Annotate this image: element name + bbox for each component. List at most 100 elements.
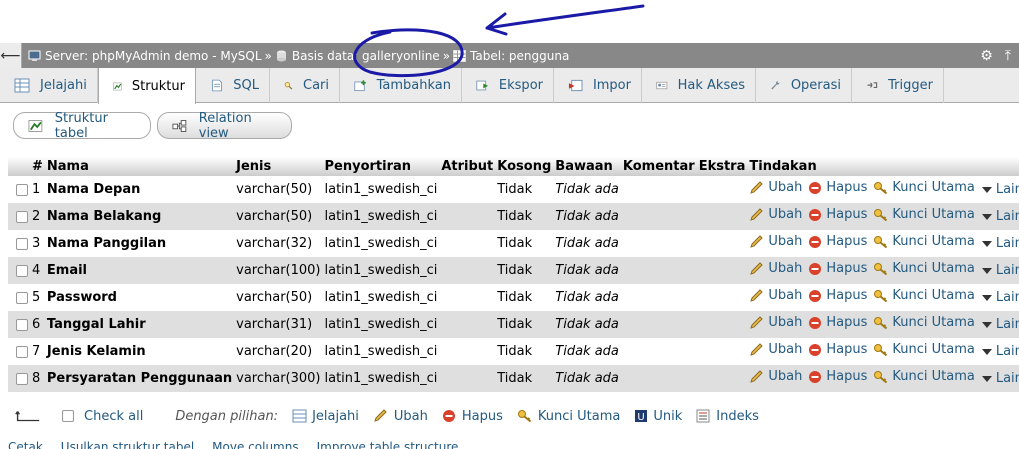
drop-label: Hapus (826, 261, 868, 277)
improve-structure-link[interactable]: Improve table structure (317, 440, 459, 449)
drop-column-link[interactable]: Hapus (808, 342, 867, 357)
header-number[interactable]: # (30, 157, 45, 176)
row-checkbox[interactable] (16, 372, 28, 385)
tab-structure[interactable]: Struktur (98, 68, 196, 104)
more-actions-dropdown[interactable]: Lainnya (981, 263, 1019, 278)
edit-column-link[interactable]: Ubah (749, 288, 802, 303)
drop-column-link[interactable]: Hapus (808, 234, 867, 249)
edit-column-link[interactable]: Ubah (749, 180, 802, 195)
footer-edit-button[interactable]: Ubah (373, 409, 428, 424)
row-actions: Ubah Hapus Kunci Utama Lainnya (747, 230, 1019, 257)
primary-key-link[interactable]: Kunci Utama (873, 288, 975, 303)
header-attributes[interactable]: Atribut (439, 157, 496, 176)
column-type: varchar(50) (234, 203, 323, 230)
row-checkbox[interactable] (16, 237, 28, 250)
check-all-checkbox[interactable] (62, 410, 74, 422)
primary-key-link[interactable]: Kunci Utama (873, 315, 975, 330)
more-actions-dropdown[interactable]: Lainnya (981, 209, 1019, 224)
tab-search[interactable]: Cari (270, 68, 340, 103)
breadcrumb-database[interactable]: Basis data: galleryonline (275, 49, 440, 63)
breadcrumb-separator: » (264, 48, 272, 63)
edit-column-link[interactable]: Ubah (749, 261, 802, 276)
collapse-navigation-arrow-icon[interactable]: ⟵ (0, 43, 22, 68)
primary-key-link[interactable]: Kunci Utama (873, 369, 975, 384)
edit-column-link[interactable]: Ubah (749, 315, 802, 330)
header-default[interactable]: Bawaan (553, 157, 621, 176)
check-all-label[interactable]: Check all (84, 409, 143, 424)
header-type[interactable]: Jenis (234, 157, 323, 176)
propose-structure-link[interactable]: Usulkan struktur tabel (61, 440, 194, 449)
primary-key-link[interactable]: Kunci Utama (873, 180, 975, 195)
edit-column-link[interactable]: Ubah (749, 234, 802, 249)
footer-browse-button[interactable]: Jelajahi (292, 409, 359, 424)
edit-column-link[interactable]: Ubah (749, 369, 802, 384)
table-row[interactable]: 8 Persyaratan Penggunaan varchar(300) latin… (8, 365, 1019, 392)
breadcrumb-server[interactable]: Server: phpMyAdmin demo - MySQL (28, 49, 262, 63)
more-actions-dropdown[interactable]: Lainnya (981, 236, 1019, 251)
tab-sql[interactable]: SQL (196, 68, 270, 103)
row-checkbox[interactable] (16, 318, 28, 331)
header-comments[interactable]: Komentar (620, 157, 697, 176)
row-checkbox[interactable] (16, 291, 28, 304)
drop-column-link[interactable]: Hapus (808, 261, 867, 276)
table-row[interactable]: 6 Tanggal Lahir varchar(31) latin1_swedish_… (8, 311, 1019, 338)
primary-key-link[interactable]: Kunci Utama (873, 342, 975, 357)
more-actions-dropdown[interactable]: Lainnya (981, 371, 1019, 386)
structure-table-button[interactable]: Struktur tabel (13, 111, 151, 141)
more-actions-dropdown[interactable]: Lainnya (981, 317, 1019, 332)
edit-column-link[interactable]: Ubah (749, 207, 802, 222)
table-row[interactable]: 7 Jenis Kelamin varchar(20) latin1_swedish_… (8, 338, 1019, 365)
relation-view-button[interactable]: Relation view (157, 111, 292, 141)
edit-label: Ubah (768, 234, 803, 250)
header-collation[interactable]: Penyortiran (322, 157, 440, 176)
row-checkbox[interactable] (16, 345, 28, 358)
drop-column-link[interactable]: Hapus (808, 207, 867, 222)
row-checkbox[interactable] (16, 210, 28, 223)
more-actions-dropdown[interactable]: Lainnya (981, 344, 1019, 359)
tab-browse[interactable]: Jelajahi (0, 68, 98, 103)
drop-column-link[interactable]: Hapus (808, 288, 867, 303)
dropdown-triangle-icon (981, 348, 992, 355)
tab-trigger[interactable]: Trigger (852, 68, 944, 103)
edit-column-link[interactable]: Ubah (749, 342, 802, 357)
table-row[interactable]: 2 Nama Belakang varchar(50) latin1_swedish_… (8, 203, 1019, 230)
tab-operations[interactable]: Operasi (756, 68, 852, 103)
column-type: varchar(20) (234, 338, 323, 365)
footer-index-button[interactable]: Indeks (696, 409, 759, 424)
privileges-icon (656, 81, 668, 90)
row-checkbox-cell (8, 311, 30, 338)
tab-insert[interactable]: Tambahkan (340, 68, 462, 103)
table-row[interactable]: 4 Email varchar(100) latin1_swedish_ci Tidak… (8, 257, 1019, 284)
breadcrumb-table[interactable]: Tabel: pengguna (453, 49, 569, 63)
tab-privileges[interactable]: Hak Akses (642, 68, 756, 103)
delete-icon (809, 235, 822, 248)
more-actions-dropdown[interactable]: Lainnya (981, 290, 1019, 305)
print-link[interactable]: Cetak (8, 440, 43, 449)
table-row[interactable]: 3 Nama Panggilan varchar(32) latin1_swedish… (8, 230, 1019, 257)
primary-key-link[interactable]: Kunci Utama (873, 207, 975, 222)
footer-primary-button[interactable]: Kunci Utama (517, 409, 620, 424)
tab-import[interactable]: Impor (554, 68, 642, 103)
tab-export[interactable]: Ekspor (462, 68, 554, 103)
header-extra[interactable]: Ekstra (696, 157, 748, 176)
primary-key-link[interactable]: Kunci Utama (873, 234, 975, 249)
table-row[interactable]: 5 Password varchar(50) latin1_swedish_ci Tid… (8, 284, 1019, 311)
footer-drop-button[interactable]: Hapus (442, 409, 503, 424)
primary-key-link[interactable]: Kunci Utama (873, 261, 975, 276)
move-columns-link[interactable]: Move columns (212, 440, 298, 449)
drop-column-link[interactable]: Hapus (808, 369, 867, 384)
column-null: Tidak (495, 203, 554, 230)
dropdown-triangle-icon (981, 375, 992, 382)
footer-unique-button[interactable]: U Unik (634, 409, 682, 424)
drop-column-link[interactable]: Hapus (808, 180, 867, 195)
settings-gear-icon[interactable]: ⚙ (980, 48, 993, 64)
table-row[interactable]: 1 Nama Depan varchar(50) latin1_swedish_ci T… (8, 176, 1019, 203)
row-checkbox[interactable] (16, 183, 28, 196)
drop-column-link[interactable]: Hapus (808, 315, 867, 330)
check-all-control[interactable]: Check all (62, 409, 143, 424)
more-actions-dropdown[interactable]: Lainnya (981, 182, 1019, 197)
collapse-top-menu-icon[interactable]: ⤒ (1005, 48, 1011, 64)
header-null[interactable]: Kosong (495, 157, 554, 176)
row-checkbox[interactable] (16, 264, 28, 277)
header-name[interactable]: Nama (44, 157, 235, 176)
